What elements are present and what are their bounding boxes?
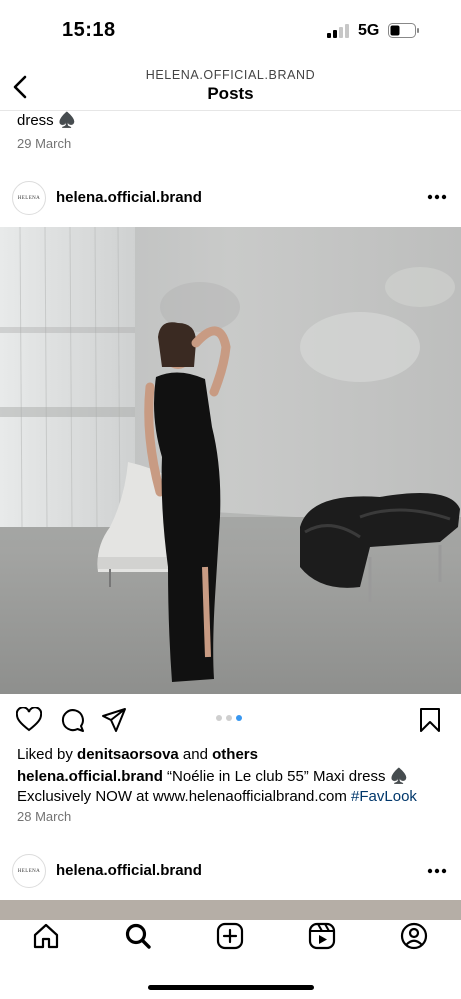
caption-username[interactable]: helena.official.brand xyxy=(17,768,163,785)
liked-by-user[interactable]: denitsaorsova xyxy=(77,746,179,763)
post-username[interactable]: helena.official.brand xyxy=(56,189,202,206)
signal-icon xyxy=(327,24,349,38)
reels-icon[interactable] xyxy=(308,922,336,950)
next-post-image[interactable] xyxy=(0,900,461,920)
battery-icon xyxy=(388,23,419,38)
post-caption: helena.official.brand “Noélie in Le club… xyxy=(17,767,447,807)
liked-by-prefix: Liked by xyxy=(17,746,78,763)
previous-post-date: 29 March xyxy=(17,136,72,151)
post-image[interactable] xyxy=(0,227,461,694)
carousel-dot xyxy=(226,715,232,721)
page-title: Posts xyxy=(207,84,254,103)
profile-icon[interactable] xyxy=(400,922,428,950)
comment-icon[interactable] xyxy=(59,707,85,733)
liked-by-text: Liked by denitsaorsova and others xyxy=(17,746,258,763)
avatar[interactable]: HELENA xyxy=(12,854,46,888)
more-horizontal-icon[interactable] xyxy=(427,868,447,874)
liked-by-others[interactable]: others xyxy=(212,746,258,763)
caption-hashtag[interactable]: #FavLook xyxy=(351,788,417,805)
more-horizontal-icon[interactable] xyxy=(427,194,447,200)
status-time: 15:18 xyxy=(62,19,116,41)
paper-plane-icon[interactable] xyxy=(101,707,127,733)
next-post-username[interactable]: helena.official.brand xyxy=(56,862,202,879)
network-label: 5G xyxy=(358,22,380,39)
carousel-dot-active xyxy=(236,715,242,721)
nav-subtitle: HELENA.OFFICIAL.BRAND xyxy=(145,68,316,82)
search-icon[interactable] xyxy=(124,922,152,950)
bookmark-icon[interactable] xyxy=(417,707,443,733)
home-indicator xyxy=(148,985,314,990)
avatar[interactable]: HELENA xyxy=(12,181,46,215)
home-icon[interactable] xyxy=(32,922,60,950)
liked-by-mid: and xyxy=(178,746,213,763)
carousel-indicator xyxy=(216,715,242,721)
post-date: 28 March xyxy=(17,809,72,824)
previous-post-caption: dress ♠️ xyxy=(17,112,77,129)
plus-square-icon[interactable] xyxy=(216,922,244,950)
carousel-dot xyxy=(216,715,222,721)
heart-icon[interactable] xyxy=(16,707,42,733)
